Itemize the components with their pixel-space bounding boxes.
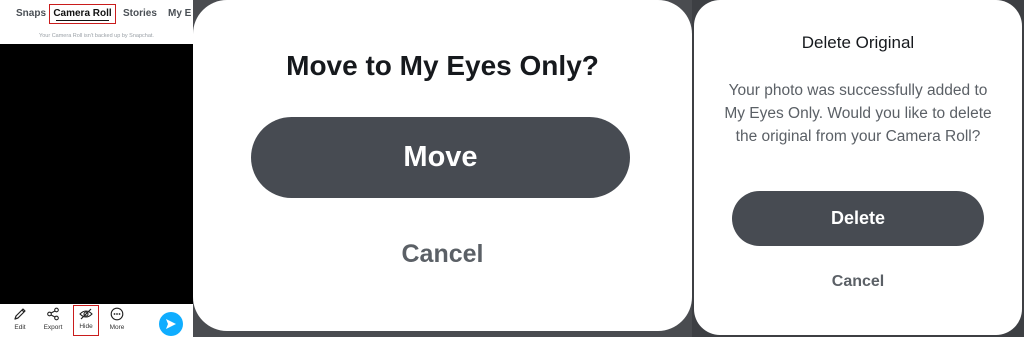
dialog-title: Move to My Eyes Only? — [286, 50, 599, 81]
send-arrow-icon — [166, 319, 176, 329]
move-dialog: Move to My Eyes Only? Move Cancel — [193, 0, 692, 331]
dialog-title: Delete Original — [801, 33, 915, 52]
hide-label: Hide — [79, 323, 93, 330]
edit-button[interactable]: Edit — [6, 307, 34, 331]
tab-my-eyes-only[interactable]: My E — [168, 8, 191, 19]
tab-snaps[interactable]: Snaps — [16, 8, 46, 19]
export-button[interactable]: Export — [39, 307, 67, 331]
send-button[interactable] — [159, 312, 183, 336]
edit-label: Edit — [14, 324, 26, 331]
share-icon — [47, 307, 59, 321]
tab-stories[interactable]: Stories — [123, 8, 157, 19]
delete-button[interactable]: Delete — [732, 191, 984, 246]
memories-header: Snaps Camera Roll Stories My E Your Came… — [0, 0, 193, 44]
dialog-message: Your photo was successfully added to My … — [724, 82, 992, 145]
more-label: More — [109, 324, 125, 331]
move-button[interactable]: Move — [251, 117, 630, 198]
move-panel: Move to My Eyes Only? Move Cancel — [193, 0, 692, 337]
eye-slash-icon — [79, 308, 93, 320]
cancel-button[interactable]: Cancel — [193, 240, 692, 269]
hide-button[interactable]: Hide — [73, 305, 99, 336]
export-label: Export — [43, 324, 63, 331]
more-button[interactable]: More — [103, 307, 131, 331]
tab-camera-roll[interactable]: Camera Roll — [49, 4, 116, 24]
more-dots-icon — [110, 307, 124, 321]
delete-panel: Delete Original Your photo was successfu… — [692, 0, 1024, 337]
cancel-button[interactable]: Cancel — [694, 273, 1022, 291]
pencil-icon — [14, 308, 26, 320]
backup-note: Your Camera Roll isn't backed up by Snap… — [39, 33, 154, 39]
delete-dialog: Delete Original Your photo was successfu… — [694, 0, 1022, 335]
memories-panel: Snaps Camera Roll Stories My E Your Came… — [0, 0, 193, 337]
memories-toolbar: Edit Export Hide More — [0, 304, 193, 337]
